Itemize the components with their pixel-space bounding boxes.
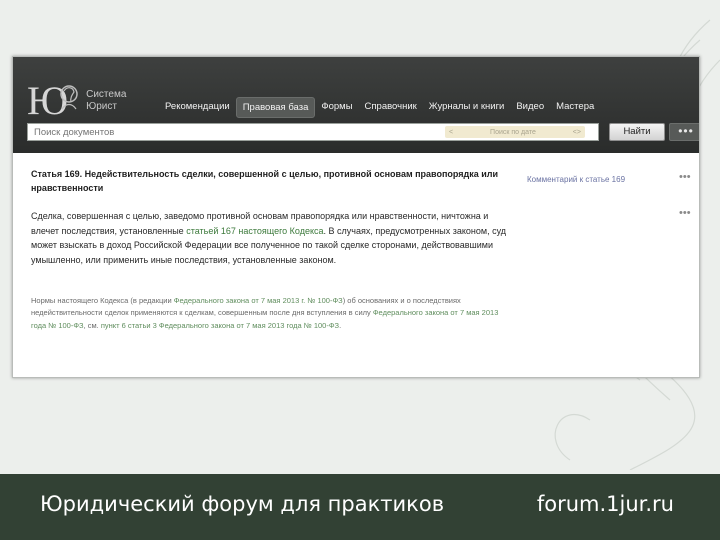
article-title: Статья 169. Недействительность сделки, с… [31, 169, 499, 193]
top-bar: Ю Система Юрист Рекомендации Правовая ба… [13, 57, 699, 153]
profile-emblem-icon [60, 85, 78, 110]
date-search-field[interactable]: < Поиск по дате <> [445, 126, 585, 138]
commentary-link[interactable]: Комментарий к статье 169 [527, 175, 625, 184]
nav-item-journals[interactable]: Журналы и книги [423, 97, 511, 116]
note-law-link-1[interactable]: Федерального закона от 7 мая 2013 г. № 1… [174, 296, 343, 305]
brand-line-2: Юрист [86, 101, 117, 112]
nav-item-legal-base[interactable]: Правовая база [235, 97, 316, 118]
article-167-link[interactable]: статьей 167 настоящего Кодекса [186, 226, 323, 236]
nav-item-masters[interactable]: Мастера [550, 97, 600, 116]
date-search-text: Поиск по дате [490, 128, 536, 136]
search-bar: < Поиск по дате <> Найти ••• [27, 123, 699, 143]
app-screenshot: Ю Система Юрист Рекомендации Правовая ба… [12, 56, 700, 378]
note-law-link-3[interactable]: пункт 6 статьи 3 Федерального закона от … [101, 321, 339, 330]
footer-title: Юридический форум для практиков [40, 492, 445, 516]
date-prev-arrow[interactable]: < [449, 129, 453, 136]
note-text-1: Нормы настоящего Кодекса (в редакции [31, 295, 174, 305]
footer-banner: Юридический форум для практиков forum.1j… [0, 474, 720, 540]
footer-site-link[interactable]: forum.1jur.ru [537, 492, 674, 516]
nav-item-reference[interactable]: Справочник [359, 97, 423, 116]
date-next-arrow[interactable]: <> [573, 129, 581, 136]
title-options-icon[interactable]: ••• [679, 171, 691, 183]
more-options-button[interactable]: ••• [669, 123, 699, 141]
article-paragraph: Сделка, совершенная с целью, заведомо пр… [31, 209, 513, 267]
main-nav: Рекомендации Правовая база Формы Справоч… [159, 97, 600, 118]
nav-item-recommendations[interactable]: Рекомендации [159, 97, 236, 116]
search-button[interactable]: Найти [609, 123, 665, 141]
nav-item-video[interactable]: Видео [510, 97, 550, 116]
nav-item-forms[interactable]: Формы [315, 97, 358, 116]
note-text-3: , см. [83, 320, 101, 330]
article-note: Нормы настоящего Кодекса (в редакции Фед… [31, 295, 513, 333]
brand-line-1: Система [86, 89, 127, 100]
brand-name: Система Юрист [86, 89, 126, 113]
note-text-4: . [339, 320, 342, 330]
paragraph-options-icon[interactable]: ••• [679, 207, 691, 219]
brand-logo[interactable]: Ю Система Юрист [27, 79, 126, 123]
